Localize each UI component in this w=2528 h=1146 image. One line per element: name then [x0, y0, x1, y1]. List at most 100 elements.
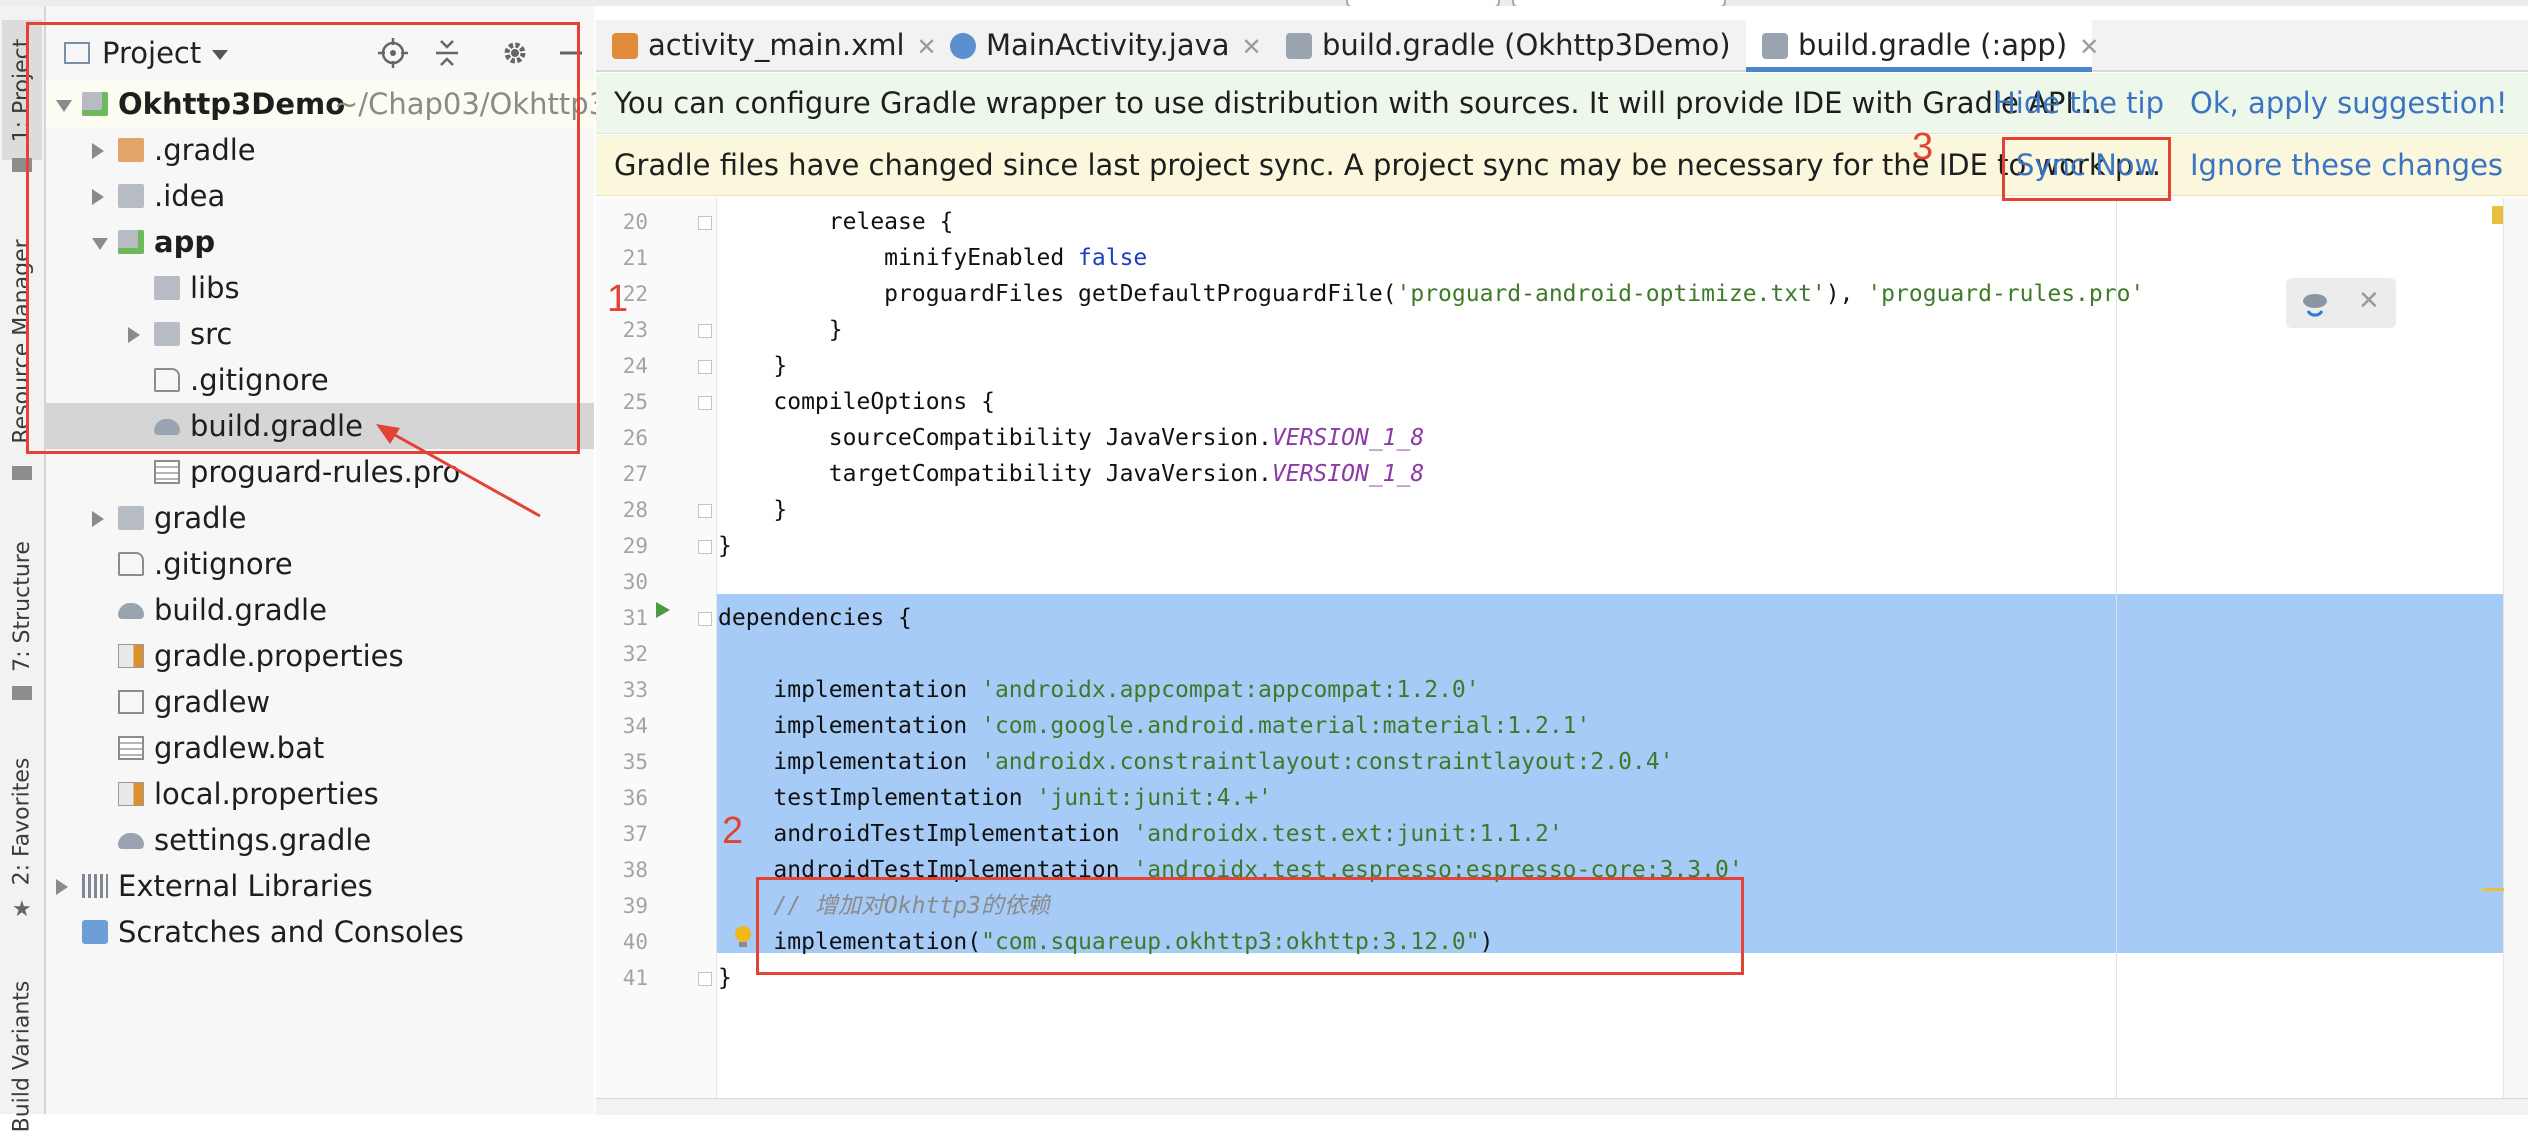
gradle-sync-icon[interactable] — [2300, 289, 2330, 317]
close-tab-icon[interactable]: ✕ — [2079, 33, 2099, 61]
editor-tab-label: build.gradle (:app) — [1798, 28, 2068, 62]
code-line: compileOptions { — [718, 384, 995, 420]
close-icon[interactable]: ✕ — [2358, 286, 2380, 316]
banner-message: You can configure Gradle wrapper to use … — [614, 86, 2102, 120]
xml-file-icon — [612, 33, 638, 59]
fold-marker-icon[interactable] — [698, 324, 712, 338]
code-token: false — [1078, 245, 1148, 271]
fold-marker-icon[interactable] — [698, 396, 712, 410]
text-file-icon — [118, 736, 144, 760]
code-token: compileOptions { — [718, 389, 995, 415]
tree-item[interactable]: gradle.properties — [46, 633, 594, 679]
favorites-star-icon: ★ — [12, 897, 32, 922]
expand-right-arrow-icon[interactable] — [56, 879, 68, 895]
tree-item[interactable]: settings.gradle — [46, 817, 594, 863]
editor-tab-label: MainActivity.java — [986, 28, 1230, 62]
code-token: androidTestImplementation — [718, 821, 1134, 847]
tree-item[interactable]: local.properties — [46, 771, 594, 817]
gradle-icon — [118, 833, 144, 849]
tool-tab-label: 2: Favorites — [9, 757, 35, 885]
annotation-box-okhttp-dependency — [756, 877, 1744, 975]
tool-tab-favorites[interactable]: 2: Favorites — [2, 746, 42, 896]
code-token: 'com.google.android.material:material:1.… — [981, 713, 1591, 739]
status-bar-edge — [596, 1098, 2528, 1115]
editor-tab[interactable]: activity_main.xml ✕ — [596, 20, 937, 70]
tree-item[interactable]: .gitignore — [46, 541, 594, 587]
line-number: 26 — [622, 426, 648, 450]
line-number: 33 — [622, 678, 648, 702]
code-editor[interactable]: 20 21 22 23 24 25 26 27 28 29 30 31 32 33 34 35 36 37 38 39… — [596, 198, 2528, 1114]
code-line: minifyEnabled false — [718, 240, 1147, 276]
ignore-changes-link[interactable]: Ignore these changes — [2190, 135, 2503, 195]
tree-item[interactable]: External Libraries — [46, 863, 594, 909]
line-number: 34 — [622, 714, 648, 738]
line-number: 20 — [622, 210, 648, 234]
code-token: 'androidx.constraintlayout:constraintlay… — [981, 749, 1674, 775]
tree-item[interactable]: gradlew — [46, 679, 594, 725]
right-margin-guide — [2116, 198, 2117, 1114]
apply-suggestion-link[interactable]: Ok, apply suggestion! — [2190, 73, 2508, 133]
code-token: dependencies { — [718, 605, 912, 631]
line-number: 25 — [622, 390, 648, 414]
code-line: proguardFiles getDefaultProguardFile('pr… — [718, 276, 2144, 312]
gradle-sync-banner: Gradle files have changed since last pro… — [596, 135, 2528, 196]
code-token: implementation — [718, 749, 982, 775]
code-line: dependencies { — [718, 600, 912, 636]
annotation-box-sync-now — [2002, 137, 2171, 201]
code-token: } — [718, 965, 732, 991]
tool-tab-structure[interactable]: 7: Structure — [2, 526, 42, 686]
editor-tab[interactable]: build.gradle (:app) ✕ — [1746, 20, 2099, 72]
code-token: release { — [718, 209, 954, 235]
tree-item-label: settings.gradle — [154, 823, 372, 857]
code-token: minifyEnabled — [718, 245, 1079, 271]
library-icon — [82, 874, 108, 898]
intention-bulb-icon[interactable] — [732, 924, 754, 950]
tool-tab-build-variants[interactable]: Build Variants — [2, 966, 42, 1146]
fold-marker-icon[interactable] — [698, 972, 712, 986]
line-number: 23 — [622, 318, 648, 342]
annotation-number-2: 2 — [722, 810, 744, 852]
hide-tip-link[interactable]: Hide the tip — [1994, 73, 2164, 133]
code-line: androidTestImplementation 'androidx.test… — [718, 816, 1562, 852]
tool-tab-label: Build Variants — [9, 980, 35, 1132]
fold-marker-icon[interactable] — [698, 540, 712, 554]
editor-tab[interactable]: MainActivity.java ✕ — [934, 20, 1266, 70]
java-class-icon — [950, 33, 976, 59]
line-number: 29 — [622, 534, 648, 558]
tree-item-label: local.properties — [154, 777, 379, 811]
tree-item[interactable]: build.gradle — [46, 587, 594, 633]
editor-scrollbar[interactable] — [2503, 198, 2528, 1114]
code-line: } — [718, 492, 787, 528]
code-line: targetCompatibility JavaVersion.VERSION_… — [718, 456, 1424, 492]
run-gutter-icon[interactable] — [652, 600, 672, 620]
line-number: 21 — [622, 246, 648, 270]
tree-item[interactable]: Scratches and Consoles — [46, 909, 594, 955]
resource-manager-icon — [12, 466, 32, 480]
tree-item-label: External Libraries — [118, 869, 373, 903]
code-token: 'proguard-android-optimize.txt' — [1396, 281, 1826, 307]
fold-marker-icon[interactable] — [698, 216, 712, 230]
expand-right-arrow-icon[interactable] — [92, 511, 104, 527]
close-tab-icon[interactable]: ✕ — [1242, 33, 1262, 61]
line-number: 30 — [622, 570, 648, 594]
fold-marker-icon[interactable] — [698, 504, 712, 518]
line-number: 41 — [622, 966, 648, 990]
line-number: 40 — [622, 930, 648, 954]
line-number: 36 — [622, 786, 648, 810]
gradle-sync-floating-button[interactable]: ✕ — [2286, 278, 2396, 328]
tree-item-label: gradle — [154, 501, 247, 535]
code-token: testImplementation — [718, 785, 1037, 811]
tree-item[interactable]: gradlew.bat — [46, 725, 594, 771]
code-token: implementation — [718, 713, 982, 739]
gradle-icon — [1762, 33, 1788, 59]
code-token: VERSION_1_8 — [1271, 425, 1425, 451]
properties-file-icon — [118, 782, 144, 806]
tree-item-label: gradle.properties — [154, 639, 404, 673]
fold-marker-icon[interactable] — [698, 612, 712, 626]
code-line: implementation 'androidx.constraintlayou… — [718, 744, 1673, 780]
line-number: 27 — [622, 462, 648, 486]
annotation-box-project-tree — [26, 22, 580, 454]
editor-tab[interactable]: build.gradle (Okhttp3Demo)✕ — [1270, 20, 1763, 70]
structure-icon — [12, 686, 32, 700]
fold-marker-icon[interactable] — [698, 360, 712, 374]
